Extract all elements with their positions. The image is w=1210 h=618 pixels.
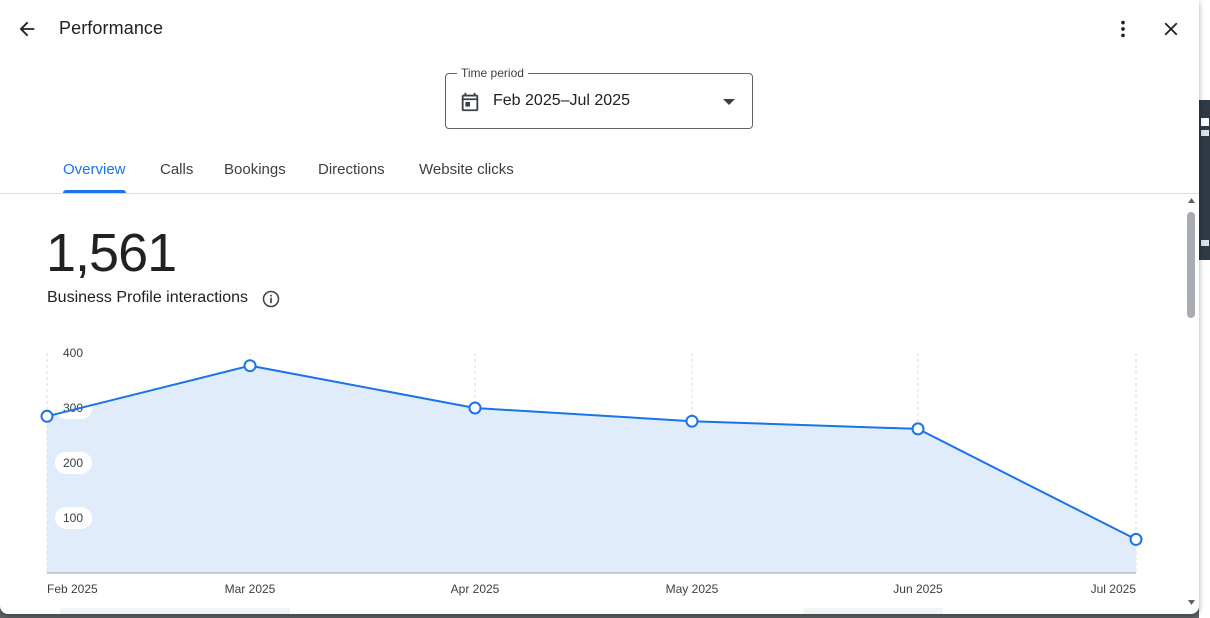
- data-point-0: [40, 409, 54, 423]
- data-point-4: [911, 422, 925, 436]
- footer-phone-fragment: [803, 608, 943, 614]
- back-button[interactable]: [13, 15, 41, 43]
- arrow-back-icon: [19, 21, 35, 37]
- background-photo: [1199, 100, 1210, 260]
- data-point-5: [1129, 532, 1143, 546]
- time-period-value: Feb 2025–Jul 2025: [493, 92, 630, 109]
- x-tick-label-4: Jun 2025: [893, 582, 943, 596]
- background-page: [1199, 0, 1210, 618]
- calendar-icon: [461, 92, 479, 112]
- y-tick-label-100: 100: [63, 511, 83, 525]
- more-vert-icon: [1121, 20, 1125, 38]
- series-area: [47, 365, 1136, 573]
- background-photo-text: [1201, 130, 1209, 136]
- tab-directions[interactable]: Directions: [318, 161, 385, 178]
- scroll-up-arrow-icon[interactable]: [1188, 198, 1195, 203]
- background-photo-text: [1201, 240, 1209, 246]
- close-button[interactable]: [1157, 15, 1185, 43]
- scrollbar[interactable]: [1185, 196, 1197, 612]
- dialog-header: Performance: [0, 0, 1199, 58]
- page-title: Performance: [59, 18, 164, 38]
- time-period-label: Time period: [457, 66, 528, 80]
- y-tick-label-200: 200: [63, 456, 83, 470]
- tab-website-clicks[interactable]: Website clicks: [419, 161, 514, 178]
- interactions-total: 1,561: [46, 223, 177, 283]
- x-tick-label-1: Mar 2025: [225, 582, 276, 596]
- tab-calls[interactable]: Calls: [160, 161, 193, 178]
- time-period-select[interactable]: Time period Feb 2025–Jul 2025: [445, 66, 753, 129]
- x-tick-label-3: May 2025: [666, 582, 719, 596]
- tab-overview[interactable]: Overview: [63, 161, 126, 178]
- tab-bar: Overview Calls Bookings Directions Websi…: [0, 150, 1199, 194]
- x-tick-label-5: Jul 2025: [1091, 582, 1137, 596]
- performance-dialog: Performance Time period Feb 2025–Jul 202…: [0, 0, 1199, 614]
- data-point-2: [468, 401, 482, 415]
- interactions-chart: 100200300400Feb 2025 Mar 2025 Apr 2025 May …: [40, 346, 1143, 596]
- arrow-drop-down-icon: [723, 99, 735, 105]
- overview-panel: 1,561 Business Profile interactions 100 2…: [0, 194, 1199, 614]
- x-tick-label-0: Feb 2025: [47, 582, 98, 596]
- scrollbar-thumb[interactable]: [1187, 212, 1195, 318]
- x-tick-label-2: Apr 2025: [451, 582, 500, 596]
- data-point-3: [685, 414, 699, 428]
- data-point-1: [243, 359, 257, 373]
- y-tick-label-400: 400: [63, 346, 83, 360]
- active-tab-indicator: [63, 190, 126, 193]
- tab-bookings[interactable]: Bookings: [224, 161, 286, 178]
- scroll-down-arrow-icon[interactable]: [1188, 600, 1195, 605]
- more-options-button[interactable]: [1109, 15, 1137, 43]
- footer-note-fragment: [60, 608, 290, 614]
- close-icon: [1164, 22, 1178, 36]
- info-icon[interactable]: [261, 289, 281, 309]
- interactions-label: Business Profile interactions: [47, 289, 248, 306]
- background-photo-text: [1201, 118, 1209, 126]
